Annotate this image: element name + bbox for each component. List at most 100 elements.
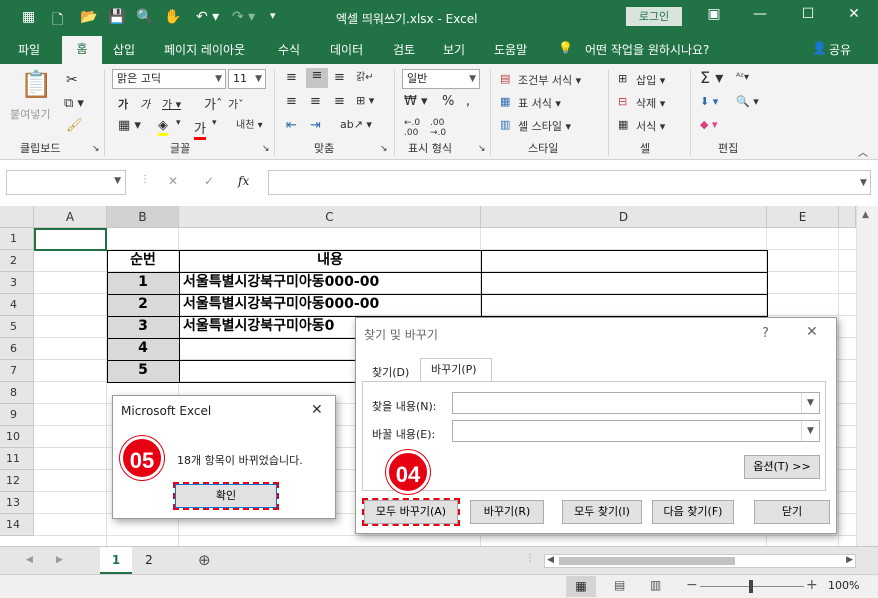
col-header-b[interactable]: B: [107, 206, 179, 228]
find-what-input[interactable]: ▼: [452, 392, 820, 414]
row-header[interactable]: 14: [0, 514, 34, 536]
autosum-icon[interactable]: Σ ▾: [700, 68, 723, 87]
clear-icon[interactable]: ◆ ▾: [700, 118, 717, 131]
table-cell-content[interactable]: 서울특별시강북구미아동0: [179, 316, 359, 338]
save-icon[interactable]: 💾: [108, 9, 125, 25]
vertical-scrollbar[interactable]: ▲: [856, 206, 878, 546]
formula-input[interactable]: [268, 170, 871, 195]
options-button[interactable]: 옵션(T) >>: [744, 455, 820, 479]
fill-icon[interactable]: ⬇ ▾: [700, 95, 718, 108]
delete-cells-button[interactable]: 삭제 ▾: [636, 95, 665, 111]
tab-split-icon[interactable]: ⋮: [525, 553, 535, 564]
copy-icon[interactable]: ⧉ ▾: [64, 96, 84, 111]
cut-icon[interactable]: ✂: [66, 72, 78, 88]
wrap-text-icon[interactable]: 갉↵: [356, 68, 374, 83]
col-header-d[interactable]: D: [481, 206, 767, 228]
phonetic-icon[interactable]: 내천 ▾: [236, 116, 263, 131]
format-as-table-button[interactable]: 표 서식 ▾: [518, 95, 561, 111]
tab-insert[interactable]: 삽입: [113, 41, 135, 58]
bold-icon[interactable]: 가: [118, 96, 128, 112]
replace-button[interactable]: 바꾸기(R): [470, 500, 544, 524]
borders-icon[interactable]: ▦ ▾: [118, 118, 141, 133]
row-header[interactable]: 5: [0, 316, 34, 338]
decrease-decimal-icon[interactable]: .00 →.0: [430, 118, 446, 138]
touch-mode-icon[interactable]: ✋: [164, 9, 181, 25]
comma-style-icon[interactable]: ,: [466, 94, 470, 109]
font-size-select[interactable]: 11 ▼: [228, 69, 266, 89]
print-preview-icon[interactable]: 🔍: [136, 9, 153, 25]
minimize-button[interactable]: —: [746, 6, 774, 22]
find-next-button[interactable]: 다음 찾기(F): [652, 500, 734, 524]
next-sheet-icon[interactable]: ▶: [56, 555, 63, 565]
header-content-cell[interactable]: 내용: [179, 250, 481, 272]
tab-help[interactable]: 도움말: [494, 41, 527, 58]
horizontal-scroll-thumb[interactable]: [559, 557, 735, 565]
col-header-c[interactable]: C: [179, 206, 481, 228]
close-icon[interactable]: ✕: [806, 324, 818, 340]
share-button[interactable]: 공유: [829, 41, 851, 58]
decrease-indent-icon[interactable]: ⇤: [286, 118, 297, 133]
zoom-in-icon[interactable]: +: [806, 577, 818, 593]
prev-sheet-icon[interactable]: ◀: [26, 555, 33, 565]
accounting-format-icon[interactable]: ₩ ▾: [404, 94, 428, 109]
format-painter-icon[interactable]: 🖌: [66, 118, 83, 133]
row-header[interactable]: 2: [0, 250, 34, 272]
row-header[interactable]: 8: [0, 382, 34, 404]
enter-formula-icon[interactable]: ✓: [204, 174, 214, 188]
ok-button[interactable]: 확인: [173, 482, 279, 510]
sheet-tab-1[interactable]: 1: [100, 547, 132, 574]
find-select-icon[interactable]: 🔍 ▾: [736, 95, 759, 108]
font-color-icon[interactable]: 가: [194, 118, 206, 140]
sheet-tab-2[interactable]: 2: [134, 547, 164, 574]
expand-formula-icon[interactable]: ▼: [860, 178, 867, 188]
underline-icon[interactable]: 가 ▾: [162, 96, 181, 112]
row-header[interactable]: 11: [0, 448, 34, 470]
row-header[interactable]: 7: [0, 360, 34, 382]
cancel-formula-icon[interactable]: ✕: [168, 174, 178, 188]
font-color-dropdown-icon[interactable]: ▾: [212, 118, 217, 128]
horizontal-scrollbar[interactable]: ◀ ▶: [544, 554, 856, 568]
align-top-icon[interactable]: ≡: [286, 70, 297, 85]
help-icon[interactable]: ?: [762, 326, 769, 341]
paste-icon[interactable]: 📋: [20, 70, 52, 100]
share-icon[interactable]: 👤: [812, 41, 827, 55]
decrease-font-icon[interactable]: 가ˇ: [228, 96, 244, 112]
conditional-format-button[interactable]: 조건부 서식 ▾: [518, 72, 581, 88]
alignment-launcher-icon[interactable]: ↘: [380, 144, 388, 154]
table-cell-no[interactable]: 1: [107, 272, 179, 294]
close-button[interactable]: 닫기: [754, 500, 830, 524]
tab-view[interactable]: 보기: [443, 41, 465, 58]
ribbon-display-icon[interactable]: ▣: [700, 6, 728, 22]
align-bottom-icon[interactable]: ≡: [334, 70, 345, 85]
customize-qat-icon[interactable]: ▾: [270, 9, 276, 22]
selected-cell-a1[interactable]: [34, 228, 107, 251]
tab-data[interactable]: 데이터: [330, 41, 363, 58]
scroll-right-icon[interactable]: ▶: [846, 555, 853, 565]
sort-filter-icon[interactable]: ᴬᶻ▾: [736, 72, 749, 83]
font-launcher-icon[interactable]: ↘: [262, 144, 270, 154]
tab-file[interactable]: 파일: [18, 41, 40, 58]
close-icon[interactable]: ✕: [311, 402, 323, 418]
maximize-button[interactable]: ☐: [794, 6, 822, 22]
open-folder-icon[interactable]: 📂: [80, 9, 97, 25]
increase-font-icon[interactable]: 가ˆ: [204, 94, 222, 113]
zoom-slider-thumb[interactable]: [749, 580, 753, 593]
find-all-button[interactable]: 모두 찾기(I): [562, 500, 642, 524]
row-header[interactable]: 12: [0, 470, 34, 492]
select-all-corner[interactable]: [0, 206, 34, 228]
row-header[interactable]: 10: [0, 426, 34, 448]
table-cell-no[interactable]: 5: [107, 360, 179, 382]
fill-color-icon[interactable]: ◈: [158, 118, 168, 136]
orientation-icon[interactable]: ab↗ ▾: [340, 118, 372, 131]
redo-icon[interactable]: ↷ ▾: [232, 9, 255, 25]
table-cell-no[interactable]: 4: [107, 338, 179, 360]
replace-dropdown-icon[interactable]: ▼: [801, 421, 819, 441]
row-header[interactable]: 4: [0, 294, 34, 316]
scroll-up-icon[interactable]: ▲: [862, 210, 869, 220]
page-layout-view-icon[interactable]: ▤: [614, 578, 625, 592]
row-header[interactable]: 3: [0, 272, 34, 294]
insert-cells-button[interactable]: 삽입 ▾: [636, 72, 665, 88]
align-center-icon[interactable]: ≡: [310, 94, 321, 109]
name-box[interactable]: ▼: [6, 170, 126, 195]
zoom-level[interactable]: 100%: [828, 579, 859, 592]
